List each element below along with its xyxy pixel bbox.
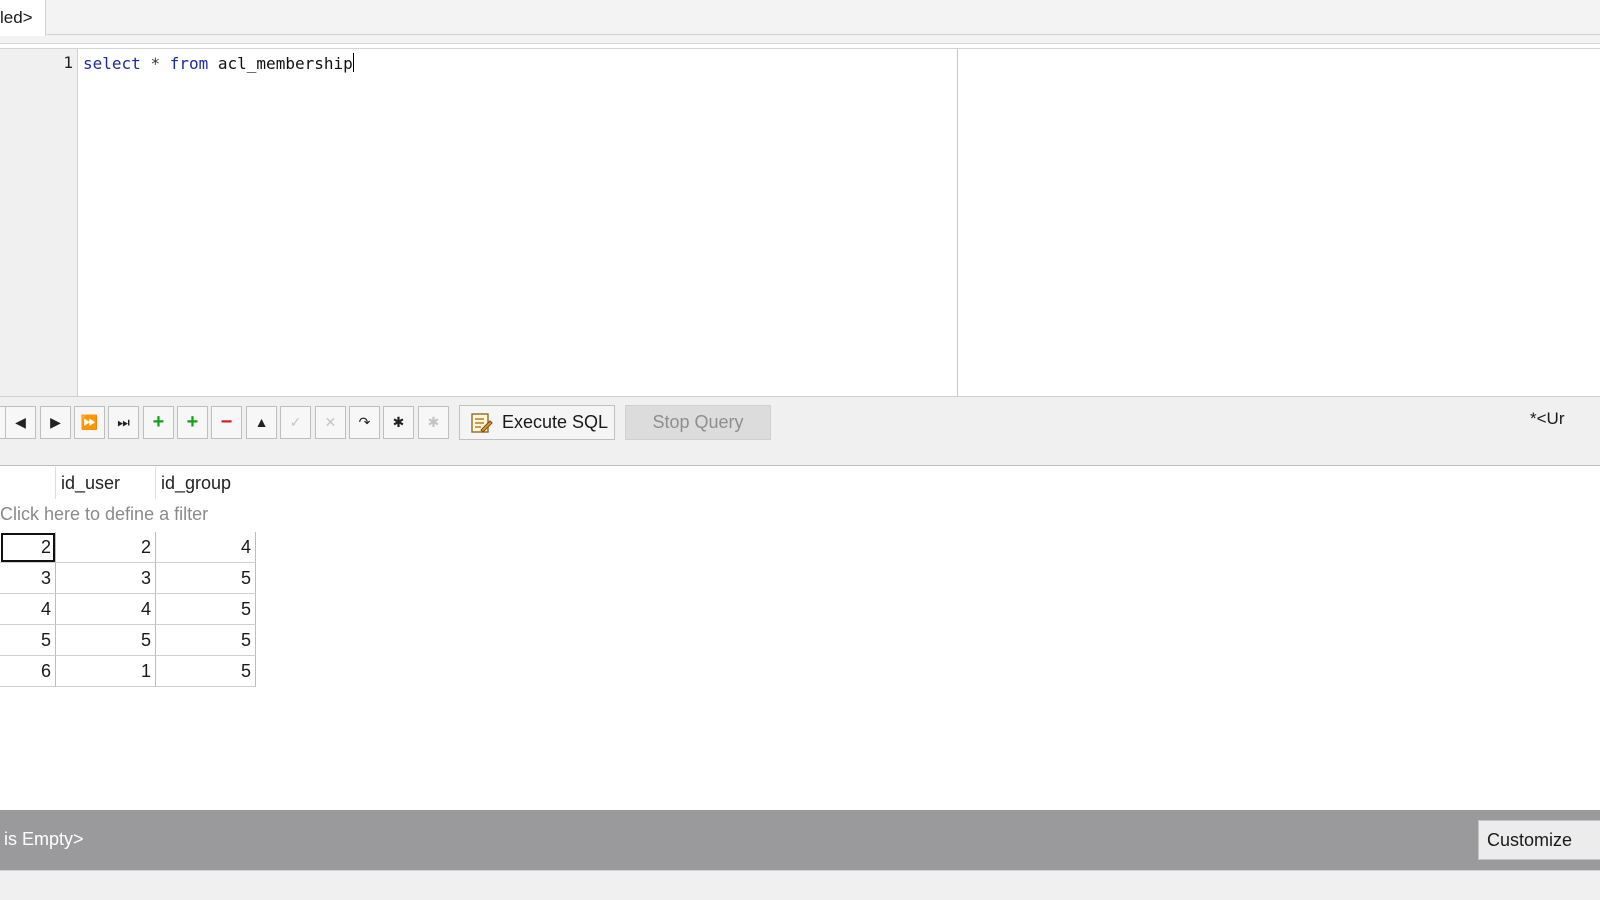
line-number: 1 [63, 53, 73, 72]
prev-icon: ◀ [15, 414, 26, 430]
cell-id-user[interactable]: 2 [56, 532, 156, 563]
column-header-id-user[interactable]: id_user [61, 473, 120, 494]
table-row[interactable]: 6 1 5 [0, 656, 256, 687]
stop-query-button[interactable]: Stop Query [625, 405, 771, 440]
insert-record-button[interactable]: + [143, 406, 174, 439]
sql-editor[interactable]: 1 select * from acl_membership [0, 48, 1600, 397]
cell-id-group[interactable]: 5 [156, 656, 256, 687]
filter-row[interactable]: Click here to define a filter [0, 504, 208, 525]
asterisk-icon: ✱ [392, 414, 405, 430]
text-caret [352, 53, 354, 72]
column-header-id-group[interactable]: id_group [161, 473, 231, 494]
bottom-strip [0, 870, 1600, 900]
cell-id[interactable]: 4 [0, 594, 56, 625]
execute-sql-button[interactable]: Execute SQL [459, 405, 615, 440]
cell-id-group[interactable]: 5 [156, 563, 256, 594]
cell-id[interactable]: 6 [0, 656, 56, 687]
refresh-icon: ↷ [358, 414, 371, 430]
cancel-edit-button[interactable]: ✕ [315, 406, 346, 439]
x-icon: ✕ [324, 414, 337, 430]
auto-refresh-button[interactable]: ✱ [418, 406, 449, 439]
right-tab-label[interactable]: *<Ur [1530, 409, 1564, 429]
query-tab-label: led> [0, 8, 33, 27]
next-record-button[interactable]: ▶ [40, 406, 71, 439]
result-toolbar: ⏮ ◀ ▶ ⏩ ⏭ + + − ▲ ✓ ✕ ↷ ✱ ✱ Execute SQL … [0, 396, 1600, 466]
sql-window: led> 1 select * from acl_membership ⏮ ◀ … [0, 0, 1600, 900]
cell-id-group[interactable]: 4 [156, 532, 256, 563]
editor-split-divider[interactable] [957, 49, 958, 397]
plus-append-icon: + [186, 411, 199, 433]
customize-button[interactable]: Customize [1478, 820, 1600, 860]
query-tab[interactable]: led> [0, 0, 46, 36]
sql-keyword-from: from [169, 54, 209, 73]
next-icon: ▶ [50, 414, 61, 430]
execute-sql-label: Execute SQL [502, 412, 609, 432]
table-row[interactable]: 3 3 5 [0, 563, 256, 594]
tab-strip: led> [0, 0, 1600, 44]
table-row[interactable]: 5 5 5 [0, 625, 256, 656]
table-row[interactable]: 4 4 5 [0, 594, 256, 625]
tab-strip-border [47, 34, 1600, 35]
post-edit-button[interactable]: ✓ [280, 406, 311, 439]
delete-record-button[interactable]: − [211, 406, 242, 439]
sql-star: * [150, 54, 161, 73]
fast-forward-icon: ⏩ [80, 414, 99, 430]
refresh-button[interactable]: ↷ [349, 406, 380, 439]
sql-table-name: acl_membership [217, 54, 353, 73]
asterisk-disabled-icon: ✱ [427, 414, 440, 430]
minus-icon: − [220, 411, 233, 433]
column-separator [55, 467, 56, 499]
group-by-panel: is Empty> Customize [0, 810, 1600, 870]
last-record-button[interactable]: ⏭ [108, 406, 139, 439]
column-separator [155, 467, 156, 499]
cell-id-user[interactable]: 4 [56, 594, 156, 625]
edit-record-button[interactable]: ▲ [246, 406, 277, 439]
append-record-button[interactable]: + [177, 406, 208, 439]
line-gutter: 1 [0, 49, 78, 397]
cell-id-group[interactable]: 5 [156, 594, 256, 625]
check-icon: ✓ [289, 414, 302, 430]
prev-record-button[interactable]: ◀ [5, 406, 36, 439]
sql-code-line[interactable]: select * from acl_membership [83, 53, 354, 73]
up-triangle-icon: ▲ [254, 414, 269, 430]
execute-sql-icon [471, 413, 493, 433]
fast-forward-button[interactable]: ⏩ [74, 406, 105, 439]
cell-id[interactable]: 2 [0, 532, 56, 563]
set-null-button[interactable]: ✱ [383, 406, 414, 439]
cell-id-group[interactable]: 5 [156, 625, 256, 656]
cell-id-user[interactable]: 3 [56, 563, 156, 594]
stop-query-label: Stop Query [652, 412, 744, 432]
plus-icon: + [152, 411, 165, 433]
table-row[interactable]: 2 2 4 [0, 532, 256, 563]
group-by-status-text: is Empty> [4, 829, 84, 849]
customize-label: Customize [1487, 830, 1573, 850]
cell-id-user[interactable]: 5 [56, 625, 156, 656]
cell-id[interactable]: 3 [0, 563, 56, 594]
last-icon: ⏭ [117, 414, 130, 430]
sql-keyword-select: select [83, 54, 141, 73]
result-grid-panel: id_user id_group Click here to define a … [0, 467, 1600, 810]
cell-id-user[interactable]: 1 [56, 656, 156, 687]
cell-id[interactable]: 5 [0, 625, 56, 656]
